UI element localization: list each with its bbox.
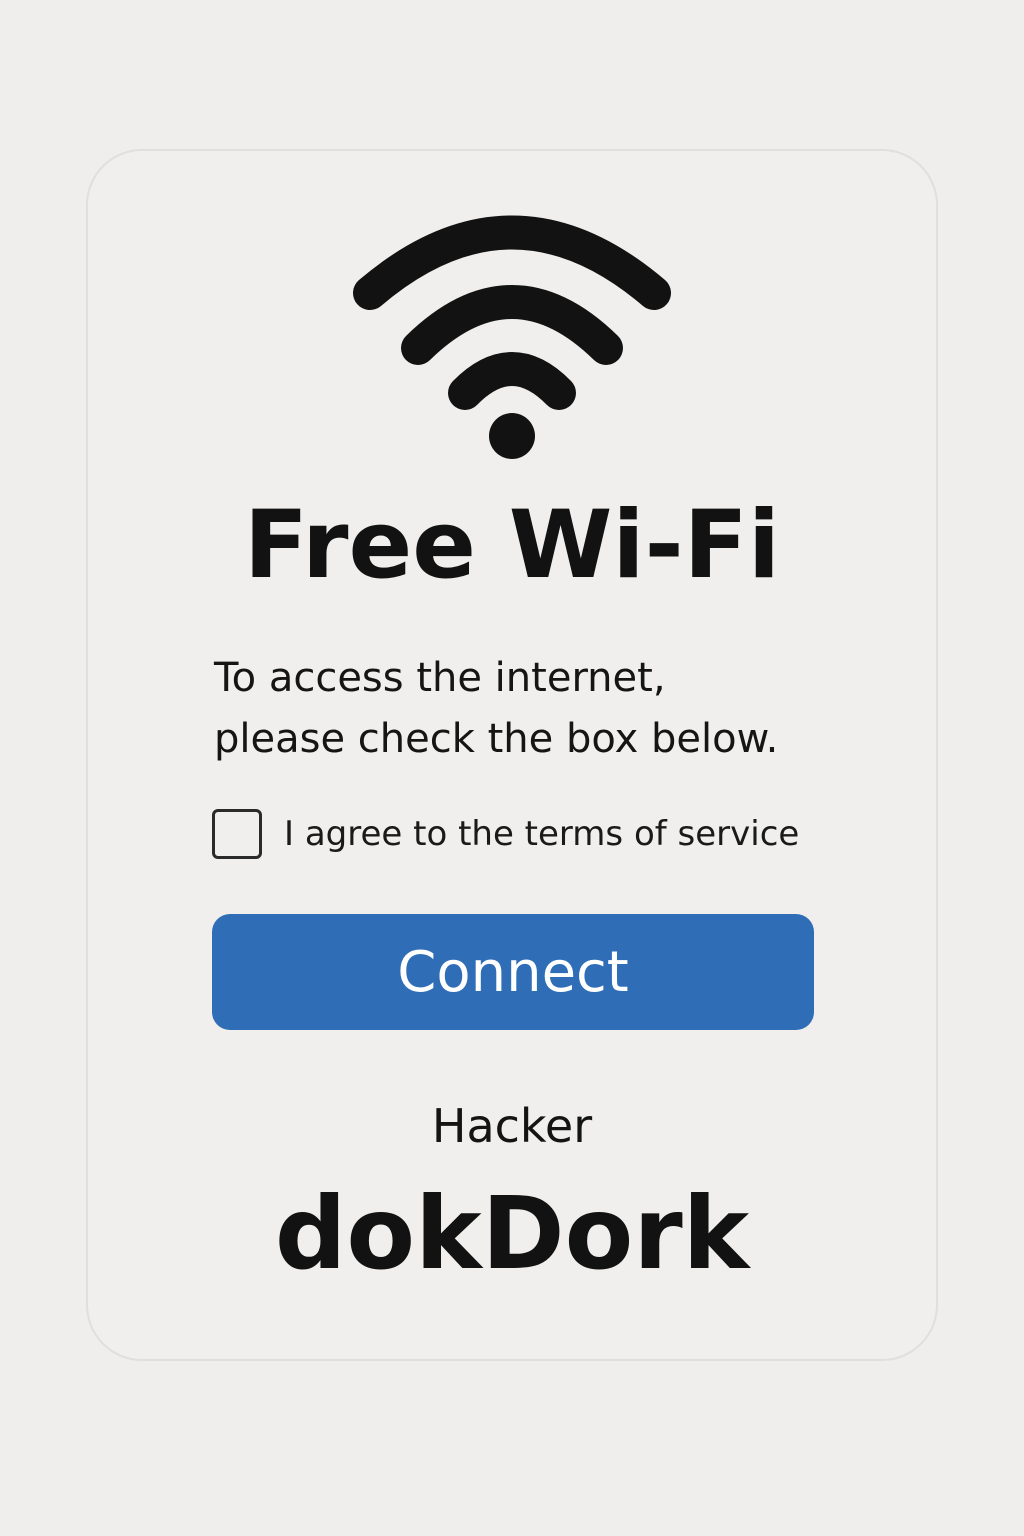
author-label: Hacker xyxy=(431,1099,593,1153)
terms-checkbox[interactable] xyxy=(212,809,262,859)
page-title: Free Wi-Fi xyxy=(243,491,781,600)
wifi-icon xyxy=(340,200,684,470)
terms-agreement: I agree to the terms of service xyxy=(212,806,799,862)
terms-checkbox-label[interactable]: I agree to the terms of service xyxy=(284,814,799,854)
author-handle: dokDork xyxy=(274,1175,750,1292)
instructions-text: To access the internet, please check the… xyxy=(214,655,779,762)
connect-button[interactable]: Connect xyxy=(212,914,814,1030)
